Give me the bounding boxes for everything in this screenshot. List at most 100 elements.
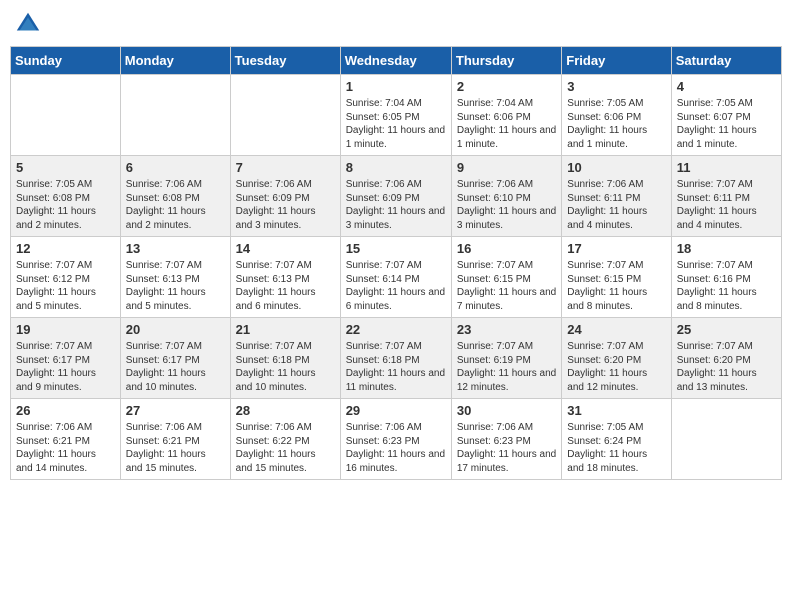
weekday-header-tuesday: Tuesday [230, 47, 340, 75]
logo [14, 10, 46, 38]
calendar-cell: 12 Sunrise: 7:07 AM Sunset: 6:12 PM Dayli… [11, 237, 121, 318]
day-info: Sunrise: 7:06 AM Sunset: 6:22 PM Dayligh… [236, 421, 335, 475]
calendar-cell: 16 Sunrise: 7:07 AM Sunset: 6:15 PM Dayli… [451, 237, 561, 318]
calendar-cell [671, 399, 781, 480]
calendar-cell: 4 Sunrise: 7:05 AM Sunset: 6:07 PM Daylig… [671, 75, 781, 156]
day-info: Sunrise: 7:05 AM Sunset: 6:07 PM Dayligh… [677, 97, 776, 151]
day-info: Sunrise: 7:06 AM Sunset: 6:23 PM Dayligh… [457, 421, 556, 475]
day-number: 22 [346, 322, 446, 337]
day-number: 26 [16, 403, 115, 418]
day-info: Sunrise: 7:07 AM Sunset: 6:19 PM Dayligh… [457, 340, 556, 394]
day-info: Sunrise: 7:06 AM Sunset: 6:09 PM Dayligh… [236, 178, 335, 232]
calendar-cell: 11Sunrise: 7:07 AM Sunset: 6:11 PM Dayli… [671, 156, 781, 237]
day-info: Sunrise: 7:06 AM Sunset: 6:08 PM Dayligh… [126, 178, 225, 232]
day-number: 4 [677, 79, 776, 94]
day-number: 30 [457, 403, 556, 418]
day-number: 8 [346, 160, 446, 175]
day-info: Sunrise: 7:07 AM Sunset: 6:12 PM Dayligh… [16, 259, 115, 313]
day-number: 9 [457, 160, 556, 175]
day-number: 3 [567, 79, 665, 94]
calendar-cell: 30 Sunrise: 7:06 AM Sunset: 6:23 PM Dayli… [451, 399, 561, 480]
calendar-cell: 3 Sunrise: 7:05 AM Sunset: 6:06 PM Daylig… [562, 75, 671, 156]
weekday-header-saturday: Saturday [671, 47, 781, 75]
calendar-cell: 25 Sunrise: 7:07 AM Sunset: 6:20 PM Dayli… [671, 318, 781, 399]
day-number: 25 [677, 322, 776, 337]
day-info: Sunrise: 7:04 AM Sunset: 6:05 PM Dayligh… [346, 97, 446, 151]
day-info: Sunrise: 7:07 AM Sunset: 6:14 PM Dayligh… [346, 259, 446, 313]
calendar-cell: 21 Sunrise: 7:07 AM Sunset: 6:18 PM Dayli… [230, 318, 340, 399]
day-number: 13 [126, 241, 225, 256]
day-number: 31 [567, 403, 665, 418]
calendar-cell [11, 75, 121, 156]
calendar-cell: 18Sunrise: 7:07 AM Sunset: 6:16 PM Dayli… [671, 237, 781, 318]
day-number: 23 [457, 322, 556, 337]
day-number: 27 [126, 403, 225, 418]
calendar-cell: 5 Sunrise: 7:05 AM Sunset: 6:08 PM Daylig… [11, 156, 121, 237]
day-info: Sunrise: 7:05 AM Sunset: 6:08 PM Dayligh… [16, 178, 115, 232]
calendar-cell: 19 Sunrise: 7:07 AM Sunset: 6:17 PM Dayli… [11, 318, 121, 399]
logo-icon [14, 10, 42, 38]
day-info: Sunrise: 7:07 AM Sunset: 6:16 PM Dayligh… [677, 259, 776, 313]
day-info: Sunrise: 7:07 AM Sunset: 6:15 PM Dayligh… [457, 259, 556, 313]
weekday-header-monday: Monday [120, 47, 230, 75]
weekday-header-wednesday: Wednesday [340, 47, 451, 75]
day-info: Sunrise: 7:06 AM Sunset: 6:09 PM Dayligh… [346, 178, 446, 232]
weekday-header-thursday: Thursday [451, 47, 561, 75]
calendar-cell: 23 Sunrise: 7:07 AM Sunset: 6:19 PM Dayli… [451, 318, 561, 399]
day-number: 17 [567, 241, 665, 256]
calendar-cell [120, 75, 230, 156]
day-info: Sunrise: 7:07 AM Sunset: 6:18 PM Dayligh… [346, 340, 446, 394]
calendar-cell [230, 75, 340, 156]
weekday-header-friday: Friday [562, 47, 671, 75]
calendar-cell: 29Sunrise: 7:06 AM Sunset: 6:23 PM Dayli… [340, 399, 451, 480]
day-number: 28 [236, 403, 335, 418]
day-info: Sunrise: 7:06 AM Sunset: 6:21 PM Dayligh… [126, 421, 225, 475]
day-number: 20 [126, 322, 225, 337]
day-number: 16 [457, 241, 556, 256]
day-number: 1 [346, 79, 446, 94]
day-info: Sunrise: 7:06 AM Sunset: 6:10 PM Dayligh… [457, 178, 556, 232]
day-info: Sunrise: 7:07 AM Sunset: 6:20 PM Dayligh… [677, 340, 776, 394]
day-number: 10 [567, 160, 665, 175]
weekday-header-sunday: Sunday [11, 47, 121, 75]
calendar-cell: 8 Sunrise: 7:06 AM Sunset: 6:09 PM Daylig… [340, 156, 451, 237]
calendar-cell: 20 Sunrise: 7:07 AM Sunset: 6:17 PM Dayli… [120, 318, 230, 399]
day-info: Sunrise: 7:06 AM Sunset: 6:23 PM Dayligh… [346, 421, 446, 475]
day-info: Sunrise: 7:06 AM Sunset: 6:11 PM Dayligh… [567, 178, 665, 232]
day-number: 7 [236, 160, 335, 175]
day-number: 6 [126, 160, 225, 175]
page-header [10, 10, 782, 38]
calendar-cell: 26 Sunrise: 7:06 AM Sunset: 6:21 PM Dayli… [11, 399, 121, 480]
day-number: 12 [16, 241, 115, 256]
calendar-cell: 13 Sunrise: 7:07 AM Sunset: 6:13 PM Dayli… [120, 237, 230, 318]
day-info: Sunrise: 7:05 AM Sunset: 6:06 PM Dayligh… [567, 97, 665, 151]
day-number: 14 [236, 241, 335, 256]
calendar-table: SundayMondayTuesdayWednesdayThursdayFrid… [10, 46, 782, 480]
day-number: 11 [677, 160, 776, 175]
calendar-cell: 14 Sunrise: 7:07 AM Sunset: 6:13 PM Dayli… [230, 237, 340, 318]
calendar-cell: 1 Sunrise: 7:04 AM Sunset: 6:05 PM Daylig… [340, 75, 451, 156]
day-info: Sunrise: 7:05 AM Sunset: 6:24 PM Dayligh… [567, 421, 665, 475]
day-info: Sunrise: 7:07 AM Sunset: 6:13 PM Dayligh… [126, 259, 225, 313]
calendar-cell: 9 Sunrise: 7:06 AM Sunset: 6:10 PM Daylig… [451, 156, 561, 237]
calendar-cell: 22 Sunrise: 7:07 AM Sunset: 6:18 PM Dayli… [340, 318, 451, 399]
day-number: 5 [16, 160, 115, 175]
day-number: 19 [16, 322, 115, 337]
day-number: 15 [346, 241, 446, 256]
calendar-cell: 27 Sunrise: 7:06 AM Sunset: 6:21 PM Dayli… [120, 399, 230, 480]
day-info: Sunrise: 7:07 AM Sunset: 6:20 PM Dayligh… [567, 340, 665, 394]
calendar-cell: 10 Sunrise: 7:06 AM Sunset: 6:11 PM Dayli… [562, 156, 671, 237]
day-info: Sunrise: 7:07 AM Sunset: 6:17 PM Dayligh… [16, 340, 115, 394]
calendar-cell: 2Sunrise: 7:04 AM Sunset: 6:06 PM Daylig… [451, 75, 561, 156]
day-info: Sunrise: 7:07 AM Sunset: 6:18 PM Dayligh… [236, 340, 335, 394]
calendar-cell: 17Sunrise: 7:07 AM Sunset: 6:15 PM Dayli… [562, 237, 671, 318]
day-number: 21 [236, 322, 335, 337]
calendar-cell: 6 Sunrise: 7:06 AM Sunset: 6:08 PM Daylig… [120, 156, 230, 237]
day-number: 24 [567, 322, 665, 337]
day-info: Sunrise: 7:07 AM Sunset: 6:13 PM Dayligh… [236, 259, 335, 313]
calendar-cell: 24 Sunrise: 7:07 AM Sunset: 6:20 PM Dayli… [562, 318, 671, 399]
day-number: 2 [457, 79, 556, 94]
calendar-cell: 31 Sunrise: 7:05 AM Sunset: 6:24 PM Dayli… [562, 399, 671, 480]
day-info: Sunrise: 7:07 AM Sunset: 6:17 PM Dayligh… [126, 340, 225, 394]
day-info: Sunrise: 7:06 AM Sunset: 6:21 PM Dayligh… [16, 421, 115, 475]
